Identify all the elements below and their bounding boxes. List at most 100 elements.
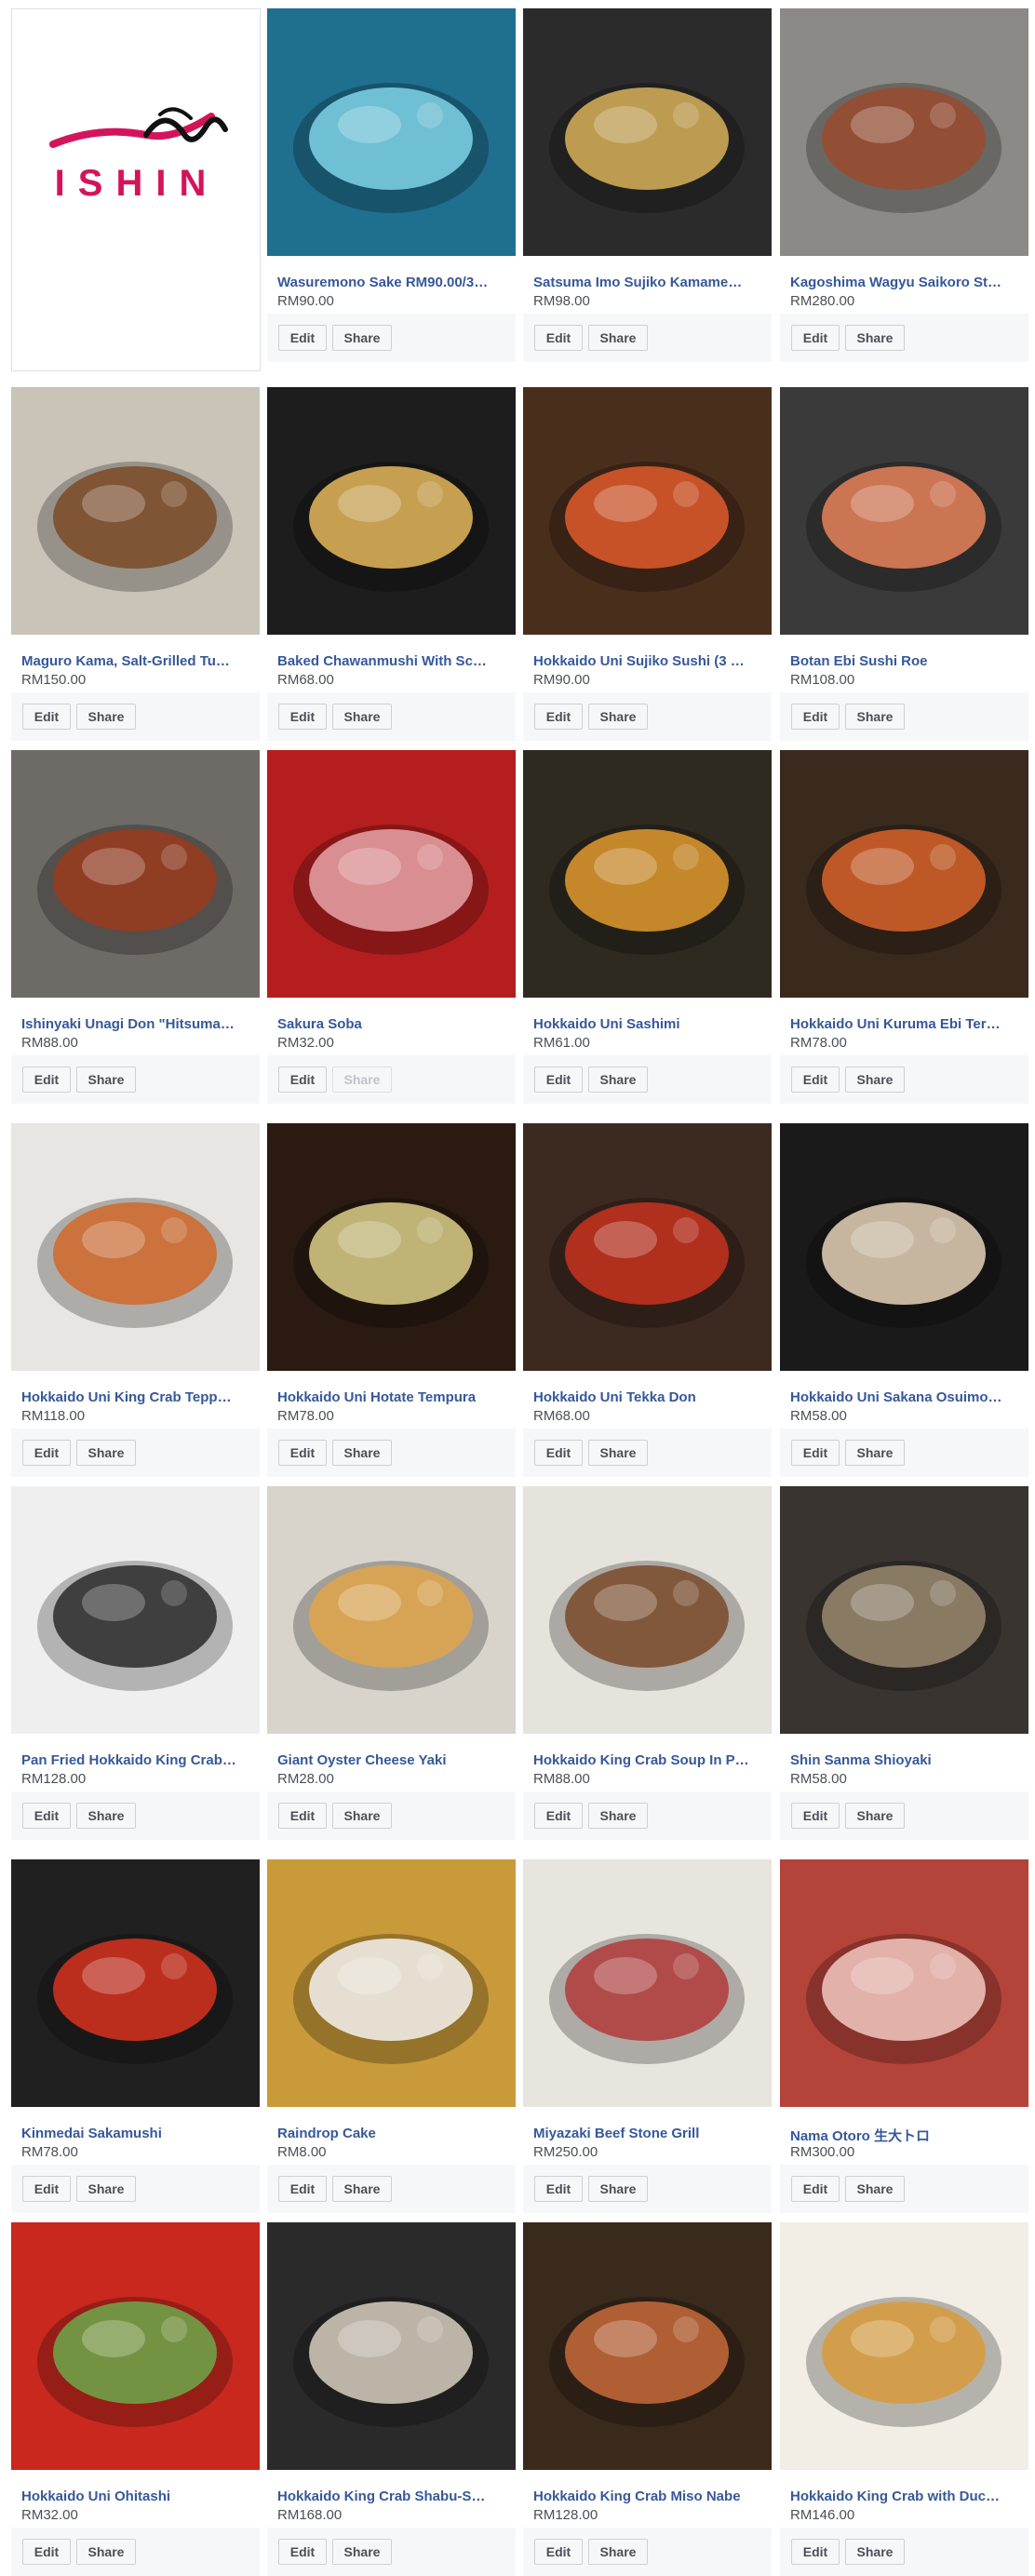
edit-button[interactable]: Edit (534, 1440, 583, 1466)
product-photo[interactable] (780, 750, 1028, 998)
product-card[interactable]: Hokkaido Uni Sujiko Sushi (3 … RM90.00 Edi… (523, 387, 772, 741)
product-card[interactable]: Pan Fried Hokkaido King Crab… RM128.00 Edi… (11, 1486, 260, 1840)
product-photo[interactable] (523, 750, 772, 998)
share-button[interactable]: Share (76, 2539, 136, 2565)
product-photo[interactable] (523, 1859, 772, 2107)
product-card[interactable]: Nama Otoro 生大トロ RM300.00 Edit Share (780, 1859, 1028, 2213)
edit-button[interactable]: Edit (278, 325, 327, 351)
share-button[interactable]: Share (845, 2176, 905, 2202)
product-photo[interactable] (523, 1123, 772, 1371)
edit-button[interactable]: Edit (278, 2539, 327, 2565)
product-photo[interactable] (780, 387, 1028, 635)
share-button[interactable]: Share (588, 704, 648, 730)
product-name-link[interactable]: Raindrop Cake (277, 2126, 508, 2141)
share-button[interactable]: Share (332, 1803, 392, 1829)
product-name-link[interactable]: Hokkaido Uni King Crab Tepp… (21, 1389, 252, 1405)
edit-button[interactable]: Edit (22, 1803, 71, 1829)
product-photo[interactable] (267, 387, 516, 635)
product-photo[interactable] (523, 2222, 772, 2470)
product-name-link[interactable]: Giant Oyster Cheese Yaki (277, 1752, 508, 1768)
product-name-link[interactable]: Satsuma Imo Sujiko Kamame… (533, 275, 764, 290)
edit-button[interactable]: Edit (534, 2539, 583, 2565)
product-name-link[interactable]: Hokkaido King Crab Miso Nabe (533, 2489, 764, 2504)
product-card[interactable]: Botan Ebi Sushi Roe RM108.00 Edit Share (780, 387, 1028, 741)
share-button[interactable]: Share (588, 1803, 648, 1829)
product-name-link[interactable]: Ishinyaki Unagi Don "Hitsuma… (21, 1016, 252, 1032)
share-button[interactable]: Share (845, 1440, 905, 1466)
share-button[interactable]: Share (332, 1440, 392, 1466)
product-photo[interactable] (267, 1123, 516, 1371)
product-name-link[interactable]: Hokkaido Uni Ohitashi (21, 2489, 252, 2504)
product-card[interactable]: Hokkaido Uni Ohitashi RM32.00 Edit Share (11, 2222, 260, 2576)
product-photo[interactable] (780, 2222, 1028, 2470)
product-photo[interactable] (11, 387, 260, 635)
product-card[interactable]: Hokkaido King Crab Soup In P… RM88.00 Edit… (523, 1486, 772, 1840)
product-name-link[interactable]: Botan Ebi Sushi Roe (790, 653, 1021, 669)
product-name-link[interactable]: Hokkaido King Crab Shabu-S… (277, 2489, 508, 2504)
share-button[interactable]: Share (76, 1067, 136, 1093)
edit-button[interactable]: Edit (278, 2176, 327, 2202)
edit-button[interactable]: Edit (534, 325, 583, 351)
edit-button[interactable]: Edit (22, 2539, 71, 2565)
product-card[interactable]: Hokkaido Uni King Crab Tepp… RM118.00 Edit… (11, 1123, 260, 1477)
edit-button[interactable]: Edit (534, 2176, 583, 2202)
edit-button[interactable]: Edit (791, 325, 840, 351)
product-name-link[interactable]: Nama Otoro 生大トロ (790, 2126, 1021, 2145)
product-name-link[interactable]: Shin Sanma Shioyaki (790, 1752, 1021, 1768)
share-button[interactable]: Share (76, 704, 136, 730)
product-photo[interactable] (11, 1859, 260, 2107)
share-button[interactable]: Share (332, 2539, 392, 2565)
product-name-link[interactable]: Hokkaido Uni Sakana Osuimo… (790, 1389, 1021, 1405)
product-card[interactable]: Satsuma Imo Sujiko Kamame… RM98.00 Edit Sha… (523, 8, 772, 362)
product-card[interactable]: Shin Sanma Shioyaki RM58.00 Edit Share (780, 1486, 1028, 1840)
product-card[interactable]: Hokkaido King Crab Miso Nabe RM128.00 Edit… (523, 2222, 772, 2576)
product-name-link[interactable]: Maguro Kama, Salt-Grilled Tu… (21, 653, 252, 669)
product-name-link[interactable]: Miyazaki Beef Stone Grill (533, 2126, 764, 2141)
product-card[interactable]: Hokkaido Uni Sakana Osuimo… RM58.00 Edit Sh… (780, 1123, 1028, 1477)
edit-button[interactable]: Edit (791, 2539, 840, 2565)
product-card[interactable]: Raindrop Cake RM8.00 Edit Share (267, 1859, 516, 2213)
share-button[interactable]: Share (588, 2176, 648, 2202)
product-name-link[interactable]: Kinmedai Sakamushi (21, 2126, 252, 2141)
edit-button[interactable]: Edit (278, 704, 327, 730)
product-name-link[interactable]: Sakura Soba (277, 1016, 508, 1032)
share-button[interactable]: Share (845, 1803, 905, 1829)
product-name-link[interactable]: Kagoshima Wagyu Saikoro St… (790, 275, 1021, 290)
product-name-link[interactable]: Hokkaido Uni Sashimi (533, 1016, 764, 1032)
product-card[interactable]: Hokkaido Uni Tekka Don RM68.00 Edit Share (523, 1123, 772, 1477)
share-button[interactable]: Share (332, 704, 392, 730)
product-card[interactable]: Hokkaido King Crab with Duc… RM146.00 Edit… (780, 2222, 1028, 2576)
share-button[interactable]: Share (845, 2539, 905, 2565)
product-card[interactable]: Hokkaido Uni Kuruma Ebi Ter… RM78.00 Edit S… (780, 750, 1028, 1104)
product-photo[interactable] (780, 1486, 1028, 1734)
product-photo[interactable] (523, 8, 772, 256)
share-button[interactable]: Share (76, 1803, 136, 1829)
product-card[interactable]: Kinmedai Sakamushi RM78.00 Edit Share (11, 1859, 260, 2213)
product-card[interactable]: Hokkaido Uni Sashimi RM61.00 Edit Share (523, 750, 772, 1104)
share-button[interactable]: Share (588, 325, 648, 351)
product-card[interactable]: Sakura Soba RM32.00 Edit Share (267, 750, 516, 1104)
product-name-link[interactable]: Hokkaido King Crab with Duc… (790, 2489, 1021, 2504)
product-card[interactable]: Wasuremono Sake RM90.00/3… RM90.00 Edit Sha… (267, 8, 516, 362)
product-photo[interactable] (267, 8, 516, 256)
edit-button[interactable]: Edit (534, 1067, 583, 1093)
product-card[interactable]: Giant Oyster Cheese Yaki RM28.00 Edit Share (267, 1486, 516, 1840)
edit-button[interactable]: Edit (22, 704, 71, 730)
product-name-link[interactable]: Hokkaido Uni Tekka Don (533, 1389, 764, 1405)
product-photo[interactable] (267, 1486, 516, 1734)
edit-button[interactable]: Edit (22, 2176, 71, 2202)
share-button[interactable]: Share (588, 2539, 648, 2565)
product-photo[interactable] (780, 1123, 1028, 1371)
product-name-link[interactable]: Hokkaido Uni Hotate Tempura (277, 1389, 508, 1405)
product-name-link[interactable]: Baked Chawanmushi With Sc… (277, 653, 508, 669)
edit-button[interactable]: Edit (278, 1440, 327, 1466)
edit-button[interactable]: Edit (791, 1440, 840, 1466)
edit-button[interactable]: Edit (534, 704, 583, 730)
product-card[interactable]: Maguro Kama, Salt-Grilled Tu… RM150.00 Edi… (11, 387, 260, 741)
product-card[interactable]: Kagoshima Wagyu Saikoro St… RM280.00 Edit S… (780, 8, 1028, 362)
product-photo[interactable] (780, 8, 1028, 256)
product-photo[interactable] (11, 1486, 260, 1734)
edit-button[interactable]: Edit (22, 1440, 71, 1466)
product-name-link[interactable]: Hokkaido Uni Kuruma Ebi Ter… (790, 1016, 1021, 1032)
product-photo[interactable] (267, 1859, 516, 2107)
